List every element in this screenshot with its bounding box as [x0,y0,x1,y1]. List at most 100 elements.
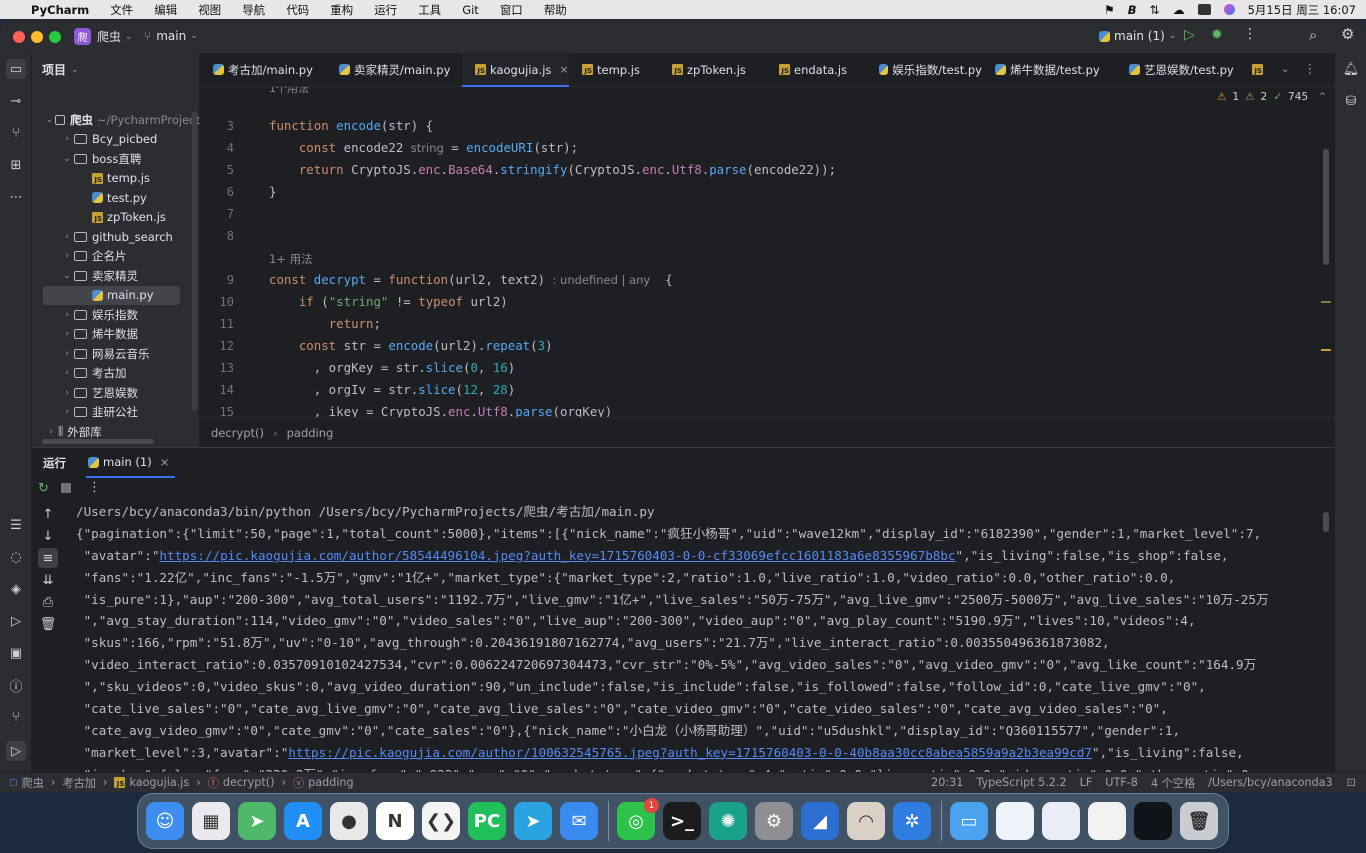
dock-network-utility-icon[interactable]: ✲ [893,802,931,840]
minimize-window-button[interactable] [31,31,43,43]
code-line[interactable]: if ("string" != typeof url2) [269,294,508,309]
dock-chrome-icon[interactable]: ● [330,802,368,840]
python-interpreter[interactable]: /Users/bcy/anaconda3 [1208,776,1332,789]
run-config-selector[interactable]: main (1) ⌄ [1099,29,1176,43]
vertical-scrollbar[interactable] [192,111,197,411]
status-crumb-project[interactable]: 爬虫 [22,775,44,791]
dock-window3-icon[interactable] [1088,802,1126,840]
tree-item[interactable]: test.py [32,188,200,208]
dock-chatgpt-icon[interactable]: ✺ [709,802,747,840]
menu-navigate[interactable]: 导航 [242,2,265,18]
lock-icon[interactable]: ⊡ [1347,776,1356,789]
tree-item[interactable]: JS temp.js [32,169,200,189]
zoom-window-button[interactable] [49,31,61,43]
tree-item[interactable]: ⌄ boss直聘 [32,149,200,169]
tree-item-selected[interactable]: main.py [43,285,180,305]
git-icon[interactable]: ⑂ [6,707,26,727]
breadcrumb-function[interactable]: decrypt() [211,426,264,440]
inspection-widget[interactable]: ⚠1 ⚠2 ✓745 ⌃ ⌄ [1217,91,1334,103]
tab-yien-test[interactable]: 艺恩娱数/test.py [1116,53,1250,87]
status-crumb-function[interactable]: decrypt() [223,776,275,789]
line-separator[interactable]: LF [1080,776,1093,789]
tab-xiniu-test[interactable]: 烯牛数据/test.py [982,53,1116,87]
dock-mail-icon[interactable]: ✉ [560,802,598,840]
structure-tool-icon[interactable]: ⊞ [6,155,26,175]
menu-git[interactable]: Git [462,3,479,17]
tree-item[interactable]: › 网易云音乐 [32,344,200,364]
code-line[interactable]: , ikey = CryptoJS.enc.Utf8.parse(orgKey) [269,404,612,417]
tab-kaogujia-main[interactable]: 考古加/main.py [200,53,326,87]
dock-telegram-icon[interactable]: ➤ [514,802,552,840]
scroll-up-icon[interactable]: ↑ [38,504,58,524]
run-icon[interactable]: ▷ [1184,27,1195,43]
tab-zptoken-js[interactable]: JS zpToken.js [659,53,766,87]
close-icon[interactable]: × [160,455,170,469]
horizontal-scrollbar[interactable] [42,439,154,444]
notifications-icon[interactable]: 🔔︎ [1341,59,1361,79]
project-tool-icon[interactable]: ▭ [6,59,26,79]
control-center-icon[interactable] [1197,4,1211,15]
more-icon[interactable]: ⋮ [88,480,101,495]
code-line[interactable]: } [269,184,276,199]
console-output[interactable]: /Users/bcy/anaconda3/bin/python /Users/b… [76,501,1316,773]
code-line[interactable]: return CryptoJS.enc.Base64.stringify(Cry… [269,162,836,177]
dock-terminal-icon[interactable]: >_ [663,802,701,840]
menu-tools[interactable]: 工具 [418,2,441,18]
breadcrumb-variable[interactable]: padding [287,426,334,440]
stop-icon[interactable] [61,483,71,493]
run-tab[interactable]: main (1) × [86,448,176,478]
code-line[interactable]: function encode(str) { [269,118,433,133]
print-icon[interactable]: ⎙ [38,592,58,612]
dock-wechat-icon[interactable]: ◎ 1 [617,798,659,840]
status-crumb-file[interactable]: kaogujia.js [129,776,189,789]
code-line[interactable]: const encode22 string = encodeURI(str); [269,140,578,155]
terminal-icon[interactable]: ▣ [6,643,26,663]
code-editor[interactable]: 1个用法 ⚠1 ⚠2 ✓745 ⌃ ⌄ 3 function encode(st… [200,87,1334,417]
rerun-icon[interactable]: ↻ [38,481,49,496]
tree-root[interactable]: ⌄ 爬虫 ~/PycharmProject [32,110,200,130]
menu-code[interactable]: 代码 [286,2,309,18]
more-tools-icon[interactable]: ⋯ [6,187,26,207]
dock-window2-icon[interactable] [1042,802,1080,840]
console-scrollbar[interactable] [1323,512,1329,532]
siri-icon[interactable] [1223,4,1235,15]
dock-system-settings-icon[interactable]: ⚙ [755,802,793,840]
menu-run[interactable]: 运行 [374,2,397,18]
close-icon[interactable]: × [559,63,568,76]
menu-view[interactable]: 视图 [198,2,221,18]
avatar-url-link[interactable]: https://pic.kaogujia.com/author/58544496… [159,548,955,563]
dock-window1-icon[interactable] [996,802,1034,840]
tab-kaogujia-js[interactable]: JS kaogujia.js × [462,52,569,87]
dock-trash-icon[interactable]: 🗑 [1180,802,1218,840]
python-console-icon[interactable]: ◌ [6,547,26,567]
run-tool-icon[interactable]: ▷ [6,741,26,761]
more-actions-icon[interactable]: ⋮ [1243,26,1257,42]
scroll-down-icon[interactable]: ↓ [38,526,58,546]
project-switcher[interactable]: 爬 爬虫 ⌄ [74,28,133,45]
menu-window[interactable]: 窗口 [500,2,523,18]
tree-item[interactable]: › 娱乐指数 [32,305,200,325]
database-icon[interactable]: ⛁ [1341,91,1361,111]
tree-item[interactable]: ⌄ 卖家精灵 [32,266,200,286]
layers-icon[interactable]: ◈ [6,579,26,599]
status-wechat-icon[interactable]: ☁ [1173,3,1185,17]
code-line[interactable]: return; [269,316,381,331]
app-menu[interactable]: PyCharm [31,3,89,17]
soft-wrap-icon[interactable]: ≡ [38,548,58,568]
todo-icon[interactable]: ☰ [6,515,26,535]
tree-item[interactable]: › 韭研公社 [32,403,200,423]
indent-setting[interactable]: 4 个空格 [1151,775,1195,791]
dock-window4-icon[interactable] [1134,802,1172,840]
tree-item[interactable]: › 烯牛数据 [32,325,200,345]
settings-gear-icon[interactable]: ⚙ [1341,25,1354,43]
status-flag-icon[interactable]: ⚑ [1104,3,1115,17]
tabs-dropdown-icon[interactable]: ⌄ [1281,64,1289,75]
dock-launchpad-icon[interactable]: ▦ [192,802,230,840]
menu-edit[interactable]: 编辑 [154,2,177,18]
status-crumb-folder[interactable]: 考古加 [62,775,96,791]
tree-item[interactable]: JS zpToken.js [32,208,200,228]
problems-icon[interactable]: ⓘ [6,675,26,695]
dock-notion-icon[interactable]: N [376,802,414,840]
tab-yule-test[interactable]: 娱乐指数/test.py [866,53,982,87]
menu-help[interactable]: 帮助 [544,2,567,18]
